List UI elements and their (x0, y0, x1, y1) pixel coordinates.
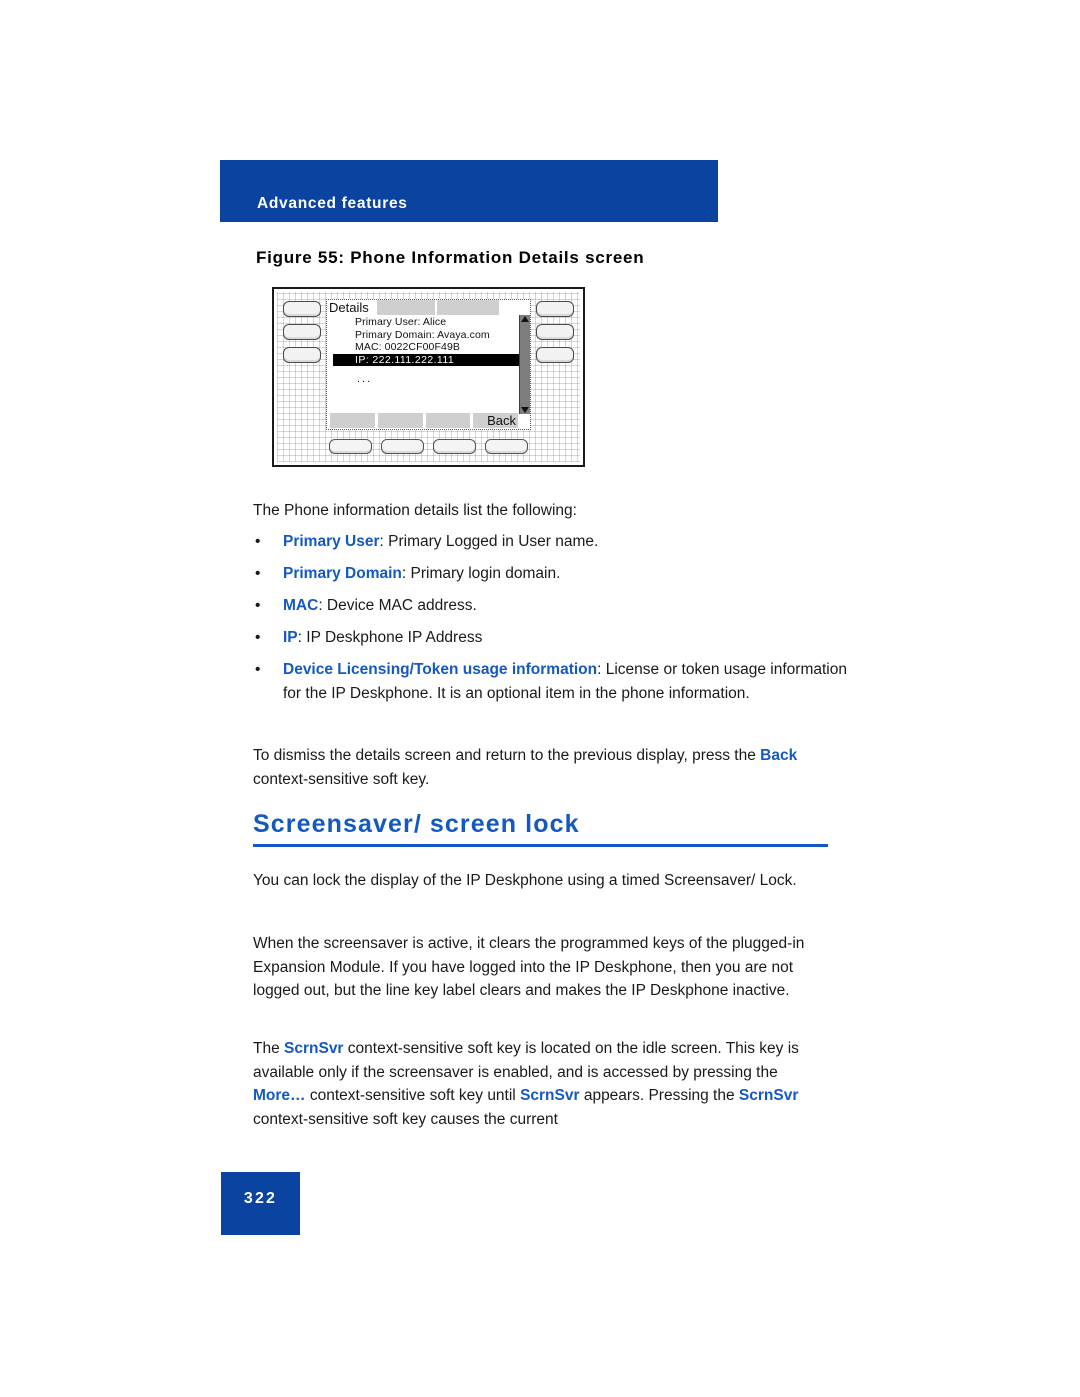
bullet-marker: • (255, 661, 261, 678)
screensaver-paragraph: When the screensaver is active, it clear… (253, 935, 805, 999)
scrnsvr-key-term-1: ScrnSvr (284, 1040, 344, 1057)
soft-key-button-2[interactable] (381, 439, 424, 454)
lcd-title-filler-2 (435, 300, 499, 315)
bullet-term-device-licensing: Device Licensing (283, 661, 410, 678)
dismiss-tail-text: context-sensitive soft key. (253, 770, 430, 788)
line-key-right-2[interactable] (536, 324, 574, 340)
bullet-term: Primary User (283, 533, 380, 550)
lcd-soft-key-labels: Back (330, 413, 518, 428)
scrnsvr-text-3: context-sensitive soft key until (305, 1087, 521, 1104)
scrnsvr-text-4: appears. Pressing the (579, 1087, 739, 1104)
soft-key-button-back[interactable] (485, 439, 528, 454)
page-title: Screensaver/ screen lock (253, 810, 580, 838)
bullet-marker: • (255, 565, 261, 582)
line-key-right-1[interactable] (536, 301, 574, 317)
lcd-screen-title: Details (329, 300, 369, 315)
line-key-left-3[interactable] (283, 347, 321, 363)
list-item: • MAC: Device MAC address. (253, 594, 833, 618)
bullet-term: Primary Domain (283, 565, 402, 582)
section-heading-rule (253, 844, 828, 847)
phone-right-line-keys (536, 301, 574, 363)
list-item: • Primary Domain: Primary login domain. (253, 562, 833, 586)
list-item-device-licensing: • Device Licensing/Token usage informatio… (253, 658, 853, 705)
lcd-line-mac: MAC: 0022CF00F49B (355, 341, 460, 353)
scrnsvr-key-term-3: ScrnSvr (738, 1087, 799, 1104)
soft-key-label-2 (377, 413, 423, 428)
bullet-marker: • (255, 629, 261, 646)
bullet-term: MAC (283, 597, 319, 614)
bullet-term-token-usage: Token usage information (413, 661, 598, 678)
lock-paragraph: You can lock the display of the IP Deskp… (253, 872, 797, 889)
dismiss-lead-text: To dismiss the details screen and return… (253, 747, 761, 764)
scrnsvr-paragraph: The ScrnSvr context-sensitive soft key i… (253, 1037, 833, 1131)
bullet-marker: • (255, 597, 261, 614)
page-number: 322 (243, 1190, 278, 1207)
soft-key-label-back: Back (473, 413, 518, 428)
soft-key-label-1 (330, 413, 375, 428)
phone-lcd-screen: Details Primary User: Alice Primary Doma… (326, 299, 531, 430)
line-key-left-2[interactable] (283, 324, 321, 340)
back-key-term: Back (760, 747, 798, 764)
lcd-line-ip-selected[interactable]: IP: 222.111.222.111 (333, 353, 524, 366)
list-item: • IP: IP Deskphone IP Address (253, 626, 833, 650)
bullet-text: : Primary login domain. (401, 565, 561, 582)
section-header-label: Advanced features (257, 195, 408, 212)
bullet-text: : IP Deskphone IP Address (297, 629, 483, 646)
scrnsvr-key-term-2: ScrnSvr (520, 1087, 580, 1104)
lcd-more-indicator: ... (357, 373, 373, 385)
scrnsvr-text-5: context-sensitive soft key causes the cu… (253, 1110, 558, 1128)
line-key-left-1[interactable] (283, 301, 321, 317)
list-item: • Primary User: Primary Logged in User na… (253, 530, 833, 554)
soft-key-label-3 (425, 413, 471, 428)
line-key-right-3[interactable] (536, 347, 574, 363)
bullet-text: : Device MAC address. (318, 597, 477, 614)
phone-body: Details Primary User: Alice Primary Doma… (277, 292, 580, 462)
lcd-line-primary-domain: Primary Domain: Avaya.com (355, 328, 490, 341)
phone-figure-image: Details Primary User: Alice Primary Doma… (272, 287, 585, 467)
lcd-scrollbar[interactable] (519, 315, 530, 414)
section-header-banner: Advanced features (220, 160, 718, 222)
bullet-term: IP (283, 629, 298, 646)
more-key-term: More… (253, 1087, 306, 1104)
scroll-down-arrow-icon[interactable] (521, 407, 529, 413)
page-number-box: 322 (221, 1172, 300, 1235)
lcd-detail-lines: Primary User: Alice Primary Domain: Avay… (331, 316, 524, 386)
soft-key-button-1[interactable] (329, 439, 372, 454)
scrnsvr-text-1: The (253, 1040, 285, 1057)
phone-soft-key-buttons (329, 439, 528, 454)
soft-key-button-3[interactable] (433, 439, 476, 454)
details-bullet-list: • Primary User: Primary Logged in User na… (253, 530, 847, 705)
lcd-title-row: Details (327, 300, 530, 315)
details-lead-in-text: The Phone information details list the f… (253, 502, 577, 519)
section-heading-block: Screensaver/ screen lock (253, 810, 828, 847)
bullet-marker: • (255, 533, 261, 550)
lcd-title-filler-1 (375, 300, 435, 315)
dismiss-paragraph: To dismiss the details screen and return… (253, 744, 843, 791)
phone-left-line-keys (283, 301, 321, 363)
bullet-text: : Primary Logged in User name. (379, 533, 599, 550)
figure-caption: Figure 55: Phone Information Details scr… (256, 248, 645, 267)
scroll-up-arrow-icon[interactable] (521, 316, 529, 322)
lcd-line-primary-user: Primary User: Alice (355, 316, 447, 328)
